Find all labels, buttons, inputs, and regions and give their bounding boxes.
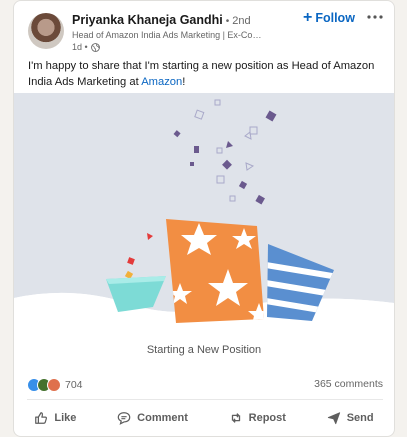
love-reaction-icon bbox=[47, 378, 61, 392]
author-avatar[interactable] bbox=[28, 13, 64, 49]
comment-label: Comment bbox=[137, 412, 188, 424]
company-mention-link[interactable]: Amazon bbox=[141, 76, 182, 88]
reactions-summary[interactable]: 704 bbox=[27, 378, 83, 392]
post-text: I'm happy to share that I'm starting a n… bbox=[28, 59, 384, 90]
post-actions-bar: Like Comment Repost Send bbox=[14, 404, 394, 432]
post-age: 1d • bbox=[72, 42, 88, 52]
connection-degree: 2nd bbox=[232, 15, 251, 27]
repost-icon bbox=[231, 413, 240, 423]
divider bbox=[27, 399, 383, 400]
send-button[interactable]: Send bbox=[319, 404, 382, 432]
feed-post-card: Priyanka Khaneja Gandhi • 2nd Head of Amaz… bbox=[13, 0, 395, 437]
media-caption: Starting a New Position bbox=[146, 344, 262, 356]
author-headline[interactable]: Head of Amazon India Ads Marketing | Ex-… bbox=[72, 30, 262, 40]
new-position-illustration bbox=[14, 93, 394, 323]
post-text-end: ! bbox=[182, 75, 186, 88]
name-separator: • bbox=[225, 16, 230, 27]
comments-count-link[interactable]: 365 comments bbox=[314, 378, 383, 390]
more-options-icon[interactable] bbox=[364, 7, 386, 27]
thumbs-up-icon bbox=[35, 412, 48, 424]
send-label: Send bbox=[346, 412, 374, 424]
post-time: 1d • bbox=[72, 42, 100, 52]
repost-button[interactable]: Repost bbox=[221, 404, 294, 432]
post-text-body: I'm happy to share that I'm starting a n… bbox=[28, 60, 375, 88]
orange-gift-box bbox=[166, 219, 264, 323]
like-button[interactable]: Like bbox=[26, 404, 84, 432]
post-header: Priyanka Khaneja Gandhi • 2nd Head of Amaz… bbox=[14, 1, 394, 57]
post-media[interactable]: Starting a New Position bbox=[14, 93, 394, 373]
social-counts: 704 365 comments bbox=[27, 378, 383, 394]
reaction-count: 704 bbox=[65, 379, 83, 391]
follow-button[interactable]: + Follow bbox=[303, 9, 355, 26]
comment-icon bbox=[117, 412, 131, 425]
like-label: Like bbox=[54, 412, 77, 424]
plus-icon: + bbox=[303, 9, 313, 26]
globe-icon bbox=[90, 42, 100, 52]
author-name-line: Priyanka Khaneja Gandhi • 2nd bbox=[72, 13, 251, 27]
send-icon bbox=[327, 412, 340, 425]
comment-button[interactable]: Comment bbox=[109, 404, 196, 432]
repost-label: Repost bbox=[248, 412, 286, 424]
follow-label: Follow bbox=[315, 11, 355, 25]
author-name[interactable]: Priyanka Khaneja Gandhi bbox=[72, 13, 223, 27]
